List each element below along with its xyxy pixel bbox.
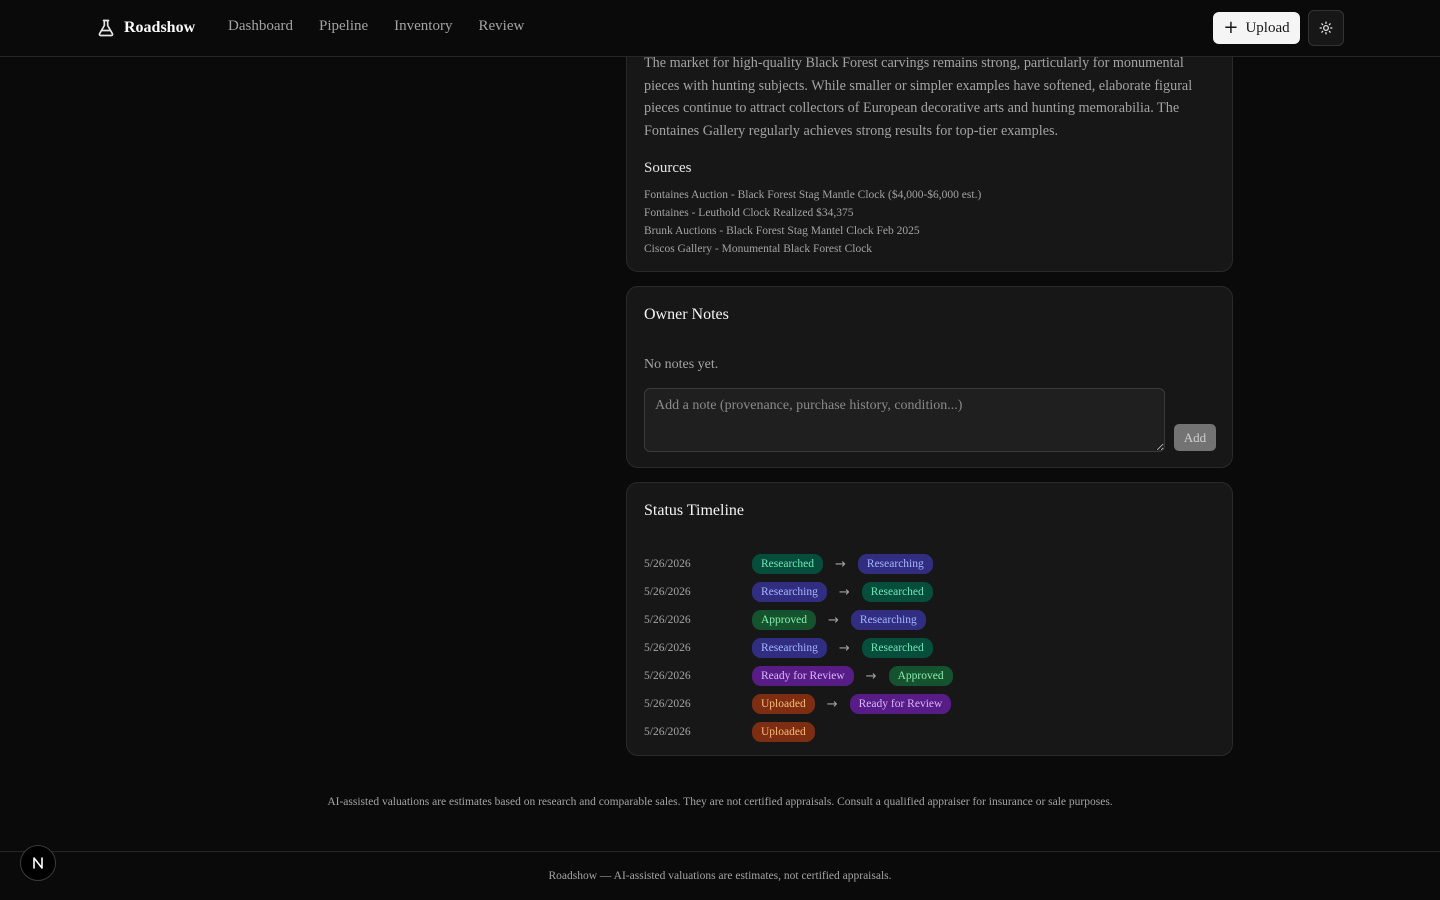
status-badge-from: Researched <box>752 554 823 574</box>
brand-link[interactable]: Roadshow <box>96 17 195 39</box>
note-input[interactable] <box>644 388 1165 452</box>
main-nav: Dashboard Pipeline Inventory Review <box>228 18 524 35</box>
footer-text: Roadshow — AI-assisted valuations are es… <box>548 870 892 882</box>
upload-label: Upload <box>1245 19 1290 36</box>
timeline-row: 5/26/2026 Approved → Researching <box>644 606 953 634</box>
theme-toggle-button[interactable] <box>1308 10 1344 46</box>
nav-review[interactable]: Review <box>478 18 524 35</box>
timeline-list: 5/26/2026 Researched → Researching 5/26/2026… <box>644 550 953 746</box>
timeline-date: 5/26/2026 <box>644 586 691 598</box>
status-badge-from: Researching <box>752 582 827 602</box>
arrow-right-icon: → <box>865 668 877 684</box>
timeline-date: 5/26/2026 <box>644 670 691 682</box>
sources-title: Sources <box>644 160 692 176</box>
timeline-row: 5/26/2026 Uploaded → Ready for Review <box>644 690 953 718</box>
timeline-row: 5/26/2026 Uploaded <box>644 718 953 746</box>
nav-inventory[interactable]: Inventory <box>394 18 452 35</box>
status-badge-to: Ready for Review <box>849 694 952 714</box>
arrow-right-icon: → <box>838 584 850 600</box>
sun-icon <box>1319 21 1333 35</box>
top-navigation-bar: Roadshow Dashboard Pipeline Inventory Re… <box>0 0 1440 57</box>
source-item[interactable]: Brunk Auctions - Black Forest Stag Mante… <box>644 222 981 240</box>
timeline-date: 5/26/2026 <box>644 698 691 710</box>
status-badge-from: Uploaded <box>752 722 815 742</box>
nextjs-icon <box>33 857 43 869</box>
source-item[interactable]: Fontaines Auction - Black Forest Stag Ma… <box>644 186 981 204</box>
plus-icon: + <box>1223 17 1239 38</box>
timeline-row: 5/26/2026 Researched → Researching <box>644 550 953 578</box>
status-badge-from: Ready for Review <box>752 666 854 686</box>
market-summary: The market for high-quality Black Forest… <box>644 55 1193 140</box>
timeline-row: 5/26/2026 Researching → Researched <box>644 634 953 662</box>
timeline-date: 5/26/2026 <box>644 726 691 738</box>
status-timeline-title: Status Timeline <box>644 502 745 519</box>
flask-icon <box>98 19 114 37</box>
status-badge-from: Uploaded <box>752 694 815 714</box>
nav-pipeline[interactable]: Pipeline <box>319 18 368 35</box>
timeline-date: 5/26/2026 <box>644 558 691 570</box>
source-item[interactable]: Ciscos Gallery - Monumental Black Forest… <box>644 240 981 258</box>
arrow-right-icon: → <box>838 640 850 656</box>
timeline-row: 5/26/2026 Ready for Review → Approved <box>644 662 953 690</box>
brand-name: Roadshow <box>124 19 196 36</box>
arrow-right-icon: → <box>835 556 846 572</box>
status-badge-from: Researching <box>752 638 827 658</box>
arrow-right-icon: → <box>828 612 839 628</box>
status-timeline-card: Status Timeline 5/26/2026 Researched → Rese… <box>626 482 1233 756</box>
nextjs-dev-badge[interactable] <box>20 845 56 881</box>
sources-list: Fontaines Auction - Black Forest Stag Ma… <box>644 186 981 258</box>
owner-notes-title: Owner Notes <box>644 306 729 323</box>
valuation-disclaimer: AI-assisted valuations are estimates bas… <box>327 796 1113 808</box>
status-badge-to: Researched <box>861 582 933 602</box>
timeline-date: 5/26/2026 <box>644 642 691 654</box>
status-badge-to: Researching <box>850 610 926 630</box>
footer: Roadshow — AI-assisted valuations are es… <box>0 851 1440 900</box>
status-badge-from: Approved <box>752 610 816 630</box>
add-note-button[interactable]: Add <box>1174 424 1216 451</box>
timeline-row: 5/26/2026 Researching → Researched <box>644 578 953 606</box>
arrow-right-icon: → <box>826 696 838 712</box>
status-badge-to: Researching <box>857 554 933 574</box>
status-badge-to: Approved <box>888 666 953 686</box>
notes-empty-text: No notes yet. <box>644 357 719 372</box>
source-item[interactable]: Fontaines - Leuthold Clock Realized $34,… <box>644 204 981 222</box>
owner-notes-card: Owner Notes No notes yet. Add <box>626 286 1233 468</box>
nav-dashboard[interactable]: Dashboard <box>228 18 293 35</box>
upload-button[interactable]: + Upload <box>1213 12 1300 44</box>
timeline-date: 5/26/2026 <box>644 614 691 626</box>
status-badge-to: Researched <box>861 638 933 658</box>
